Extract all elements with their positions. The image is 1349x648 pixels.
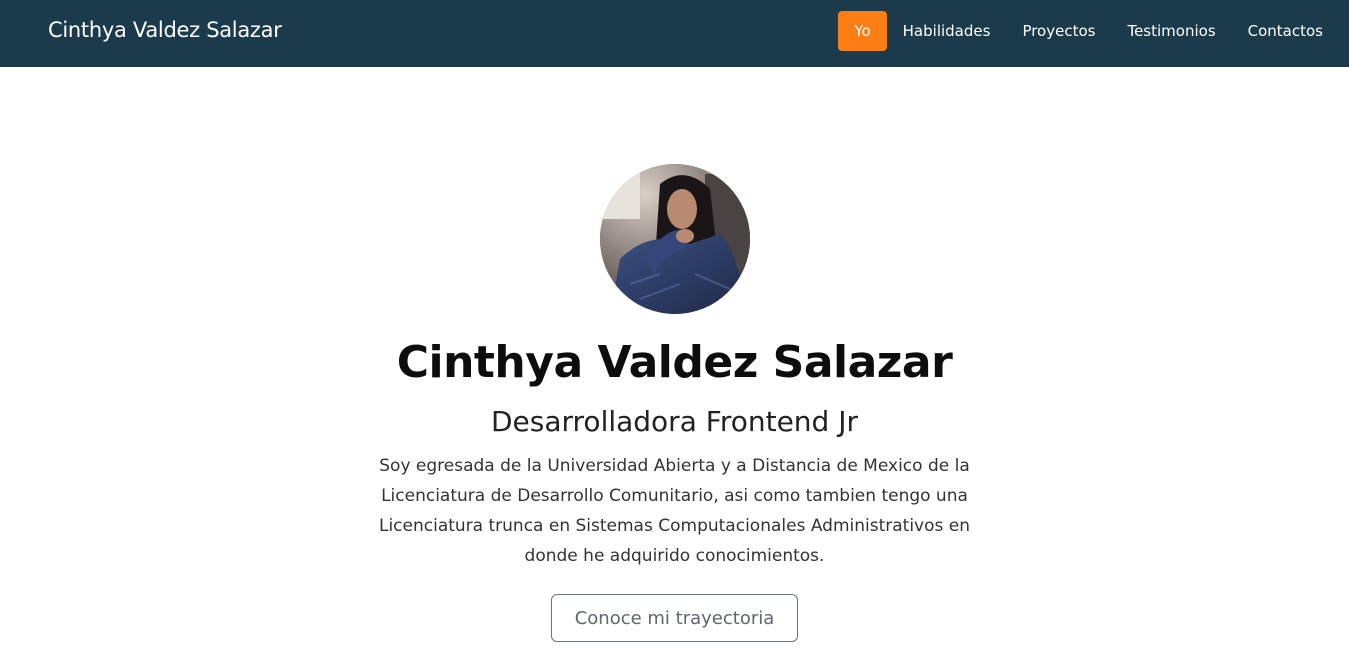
- trajectory-button[interactable]: Conoce mi trayectoria: [551, 594, 798, 642]
- top-navbar: Cinthya Valdez Salazar Yo Habilidades Pr…: [0, 0, 1349, 67]
- hero-section: Cinthya Valdez Salazar Desarrolladora Fr…: [0, 67, 1349, 648]
- profile-photo-illustration: [600, 164, 750, 314]
- hero-name: Cinthya Valdez Salazar: [396, 337, 953, 388]
- profile-photo: [600, 164, 750, 314]
- hero-bio: Soy egresada de la Universidad Abierta y…: [378, 456, 970, 566]
- nav-links: Yo Habilidades Proyectos Testimonios Con…: [838, 11, 1339, 51]
- nav-link-habilidades[interactable]: Habilidades: [887, 11, 1007, 51]
- navbar-brand[interactable]: Cinthya Valdez Salazar: [48, 18, 282, 42]
- hero-role: Desarrolladora Frontend Jr: [490, 405, 858, 438]
- nav-link-testimonios[interactable]: Testimonios: [1111, 11, 1231, 51]
- nav-link-proyectos[interactable]: Proyectos: [1006, 11, 1111, 51]
- nav-link-contactos[interactable]: Contactos: [1232, 11, 1339, 51]
- nav-link-yo[interactable]: Yo: [838, 11, 887, 51]
